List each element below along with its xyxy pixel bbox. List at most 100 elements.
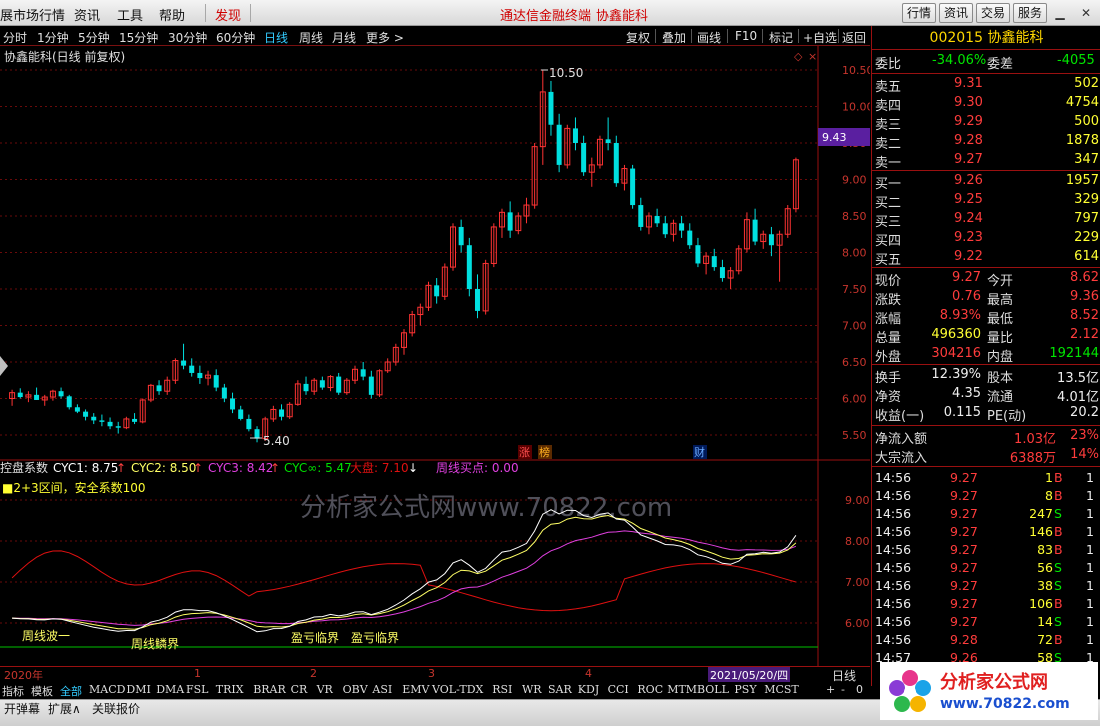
kline-chart[interactable]: 协鑫能科(日线 前复权) ◇ × 10.5010.009.509.008.508… xyxy=(0,46,870,666)
indicator-tab[interactable]: ASI xyxy=(372,683,392,696)
candle xyxy=(147,383,154,403)
indicator-tab[interactable]: TRIX xyxy=(216,683,244,696)
candle xyxy=(107,417,113,430)
zoom-control[interactable]: 0 xyxy=(856,683,863,696)
price-tick: 5.50 xyxy=(842,429,867,442)
period-weekly[interactable]: 周线 xyxy=(299,29,323,46)
service-button[interactable]: 服务 xyxy=(1013,3,1047,23)
indicator-tab[interactable]: DMI xyxy=(126,683,150,696)
close-small-icon[interactable]: × xyxy=(808,50,817,63)
site-logo: 分析家公式网 www.70822.com xyxy=(880,662,1098,720)
candle xyxy=(360,362,366,381)
period-1min[interactable]: 1分钟 xyxy=(37,29,69,46)
expand-button[interactable]: 扩展∧ xyxy=(48,700,81,717)
draw-button[interactable]: 画线 xyxy=(697,29,721,46)
candle xyxy=(425,281,432,311)
indicator-tab[interactable]: CCI xyxy=(608,683,629,696)
candle xyxy=(441,263,448,300)
candle xyxy=(515,212,522,235)
period-60min[interactable]: 60分钟 xyxy=(216,29,255,46)
candle xyxy=(507,201,513,238)
menu-market[interactable]: 展市场行情 xyxy=(0,5,65,24)
candle xyxy=(319,376,325,390)
candle xyxy=(66,394,72,410)
dapan-line xyxy=(11,550,797,612)
add-watchlist-button[interactable]: +自选 xyxy=(803,29,837,46)
tick-row: 14:56 9.27 38 S 1 xyxy=(875,578,1094,593)
period-15min[interactable]: 15分钟 xyxy=(119,29,158,46)
news-button[interactable]: 资讯 xyxy=(939,3,973,23)
candle xyxy=(254,426,260,443)
indicator-label-4: 盈亏临界 xyxy=(351,631,399,645)
candle xyxy=(49,389,56,401)
period-30min[interactable]: 30分钟 xyxy=(168,29,207,46)
menu-news[interactable]: 资讯 xyxy=(74,5,100,24)
candle xyxy=(621,164,628,191)
high-annotation: 10.50 xyxy=(541,66,583,80)
period-5min[interactable]: 5分钟 xyxy=(78,29,110,46)
candle xyxy=(213,369,219,392)
indicator-tab[interactable]: PSY xyxy=(734,683,756,696)
indicator-tab[interactable]: 指标 xyxy=(2,683,24,699)
period-more[interactable]: 更多 > xyxy=(366,29,404,46)
menu-discover[interactable]: 发现 xyxy=(215,5,241,24)
zoom-control[interactable]: - xyxy=(841,683,845,696)
mark-button[interactable]: 标记 xyxy=(769,29,793,46)
candle xyxy=(523,197,530,224)
indicator-tab[interactable]: 模板 xyxy=(31,683,53,699)
candle xyxy=(41,394,48,406)
indicator-tab[interactable]: VOL-TDX xyxy=(432,683,483,696)
indicator-tab[interactable]: DMA xyxy=(156,683,184,696)
indicator-tab[interactable]: MTM xyxy=(667,683,697,696)
fuquan-button[interactable]: 复权 xyxy=(626,29,650,46)
chart-left-handle[interactable] xyxy=(0,356,8,376)
indicator-tab[interactable]: BRAR xyxy=(253,683,286,696)
weekly-buy-value: 周线买点: 0.00 xyxy=(436,461,519,475)
period-bar: 分时 1分钟 5分钟 15分钟 30分钟 60分钟 日线 周线 月线 更多 > … xyxy=(0,26,870,46)
marker-zhang[interactable]: 涨 xyxy=(519,446,530,459)
indicator-tab[interactable]: RSI xyxy=(492,683,512,696)
indicator-tab[interactable]: BOLL xyxy=(697,683,729,696)
candle xyxy=(695,237,701,268)
indicator-tab[interactable]: ROC xyxy=(637,683,663,696)
period-fenshi[interactable]: 分时 xyxy=(3,29,27,46)
indicator-tab[interactable]: WR xyxy=(522,683,542,696)
candle xyxy=(792,157,799,213)
quote-button[interactable]: 行情 xyxy=(902,3,936,23)
indicator-tab[interactable]: OBV xyxy=(343,683,368,696)
x-tick-3: 3 xyxy=(428,667,435,680)
marker-bang[interactable]: 榜 xyxy=(539,445,550,459)
candle xyxy=(384,358,391,373)
sell-level-1: 卖一 9.27 347 xyxy=(875,152,1099,171)
indicator-tab[interactable]: KDJ xyxy=(578,683,599,696)
trade-button[interactable]: 交易 xyxy=(976,3,1010,23)
zoom-control[interactable]: + xyxy=(826,683,835,696)
indicator-tab[interactable]: EMV xyxy=(402,683,429,696)
indicator-tab[interactable]: 全部 xyxy=(60,683,82,699)
back-button[interactable]: 返回 xyxy=(842,29,866,46)
period-daily[interactable]: 日线 xyxy=(264,29,288,46)
indicator-tab[interactable]: VR xyxy=(317,683,333,696)
candle xyxy=(238,405,244,421)
candle xyxy=(498,208,505,238)
x-tick-2: 2 xyxy=(310,667,317,680)
marker-cai[interactable]: 财 xyxy=(694,445,705,459)
f10-button[interactable]: F10 xyxy=(735,29,757,43)
indicator-tab[interactable]: FSL xyxy=(186,683,208,696)
danmu-button[interactable]: 开弹幕 xyxy=(4,700,40,717)
overlay-button[interactable]: 叠加 xyxy=(662,29,686,46)
candle xyxy=(25,391,32,403)
minimize-icon[interactable]: ▁ xyxy=(1052,5,1068,21)
close-icon[interactable]: ✕ xyxy=(1078,5,1094,21)
menu-help[interactable]: 帮助 xyxy=(159,5,185,24)
indicator-tab[interactable]: CR xyxy=(291,683,308,696)
diamond-icon[interactable]: ◇ xyxy=(794,50,803,63)
period-monthly[interactable]: 月线 xyxy=(332,29,356,46)
indicator-tab[interactable]: MCST xyxy=(764,683,799,696)
candle xyxy=(336,372,342,395)
menu-tools[interactable]: 工具 xyxy=(117,5,143,24)
indicator-tab[interactable]: SAR xyxy=(548,683,572,696)
tick-row: 14:56 9.27 106 B 1 xyxy=(875,596,1094,611)
indicator-tab[interactable]: MACD xyxy=(89,683,125,696)
related-quote-button[interactable]: 关联报价 xyxy=(92,700,140,717)
